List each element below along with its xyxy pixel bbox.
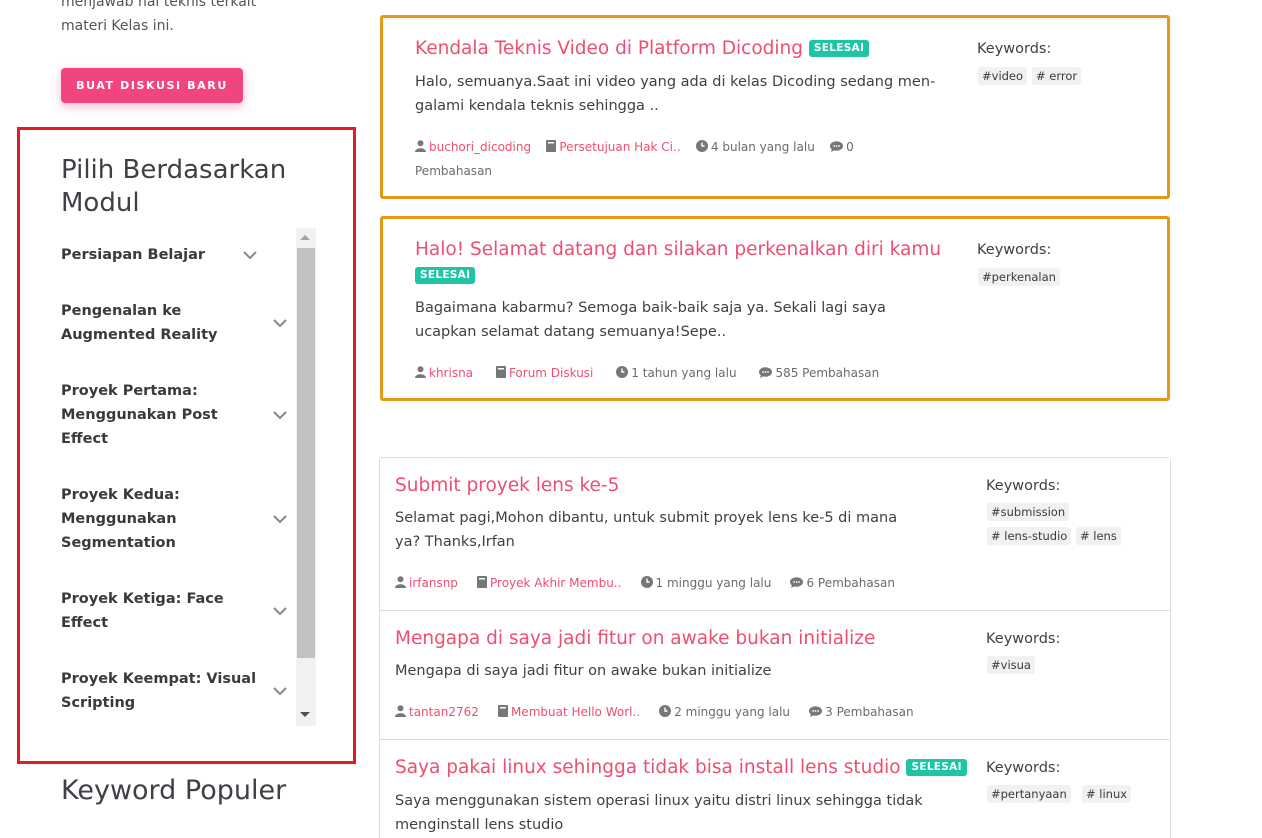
clock-icon xyxy=(659,705,672,717)
reply-count: 585 Pembahasan xyxy=(775,366,880,380)
status-badge: SELESAI xyxy=(415,267,476,284)
chevron-down-icon[interactable] xyxy=(273,607,287,616)
user-icon xyxy=(395,576,406,588)
author-link[interactable]: buchori_dicoding xyxy=(429,140,531,154)
status-badge: SELESAI xyxy=(808,40,870,57)
comment-icon xyxy=(809,706,823,717)
module-item-persiapan-belajar[interactable]: Persiapan Belajar xyxy=(61,243,205,267)
keywords-label: Keywords: xyxy=(986,478,1061,494)
thread-card: Mengapa di saya jadi fitur on awake buka… xyxy=(380,611,1170,739)
keyword-tag[interactable]: # lens xyxy=(1076,527,1121,545)
chevron-down-icon[interactable] xyxy=(273,687,287,696)
thread-title[interactable]: Kendala Teknis Video di Platform Dicodin… xyxy=(415,36,955,62)
keyword-tag[interactable]: #pertanyaan xyxy=(987,785,1071,803)
book-icon xyxy=(477,576,488,588)
user-icon xyxy=(395,705,406,717)
module-link[interactable]: Forum Diskusi xyxy=(509,366,593,380)
chevron-down-icon[interactable] xyxy=(273,515,287,524)
module-link[interactable]: Persetujuan Hak Ci.. xyxy=(559,140,680,154)
keywords-label: Keywords: xyxy=(986,631,1061,647)
reply-count: 0 xyxy=(846,140,854,154)
user-icon xyxy=(415,366,426,378)
sidebar-intro-text: menjawab hal teknis terkait materi Kelas… xyxy=(61,0,257,34)
module-list: Persiapan Belajar Pengenalan ke Augmente… xyxy=(61,228,316,726)
chevron-down-icon[interactable] xyxy=(243,251,257,260)
module-link[interactable]: Membuat Hello Worl.. xyxy=(511,705,640,719)
thread-time: 1 minggu yang lalu xyxy=(655,576,772,590)
scrollbar-thumb[interactable] xyxy=(297,248,315,658)
status-badge: SELESAI xyxy=(906,759,967,776)
reply-count: 6 Pembahasan xyxy=(806,576,895,590)
thread-excerpt: Halo, semuanya.Saat ini video yang ada d… xyxy=(415,74,936,114)
keyword-tag[interactable]: # error xyxy=(1032,67,1082,85)
thread-title[interactable]: Saya pakai linux sehingga tidak bisa ins… xyxy=(395,755,975,781)
module-item-proyek-ketiga[interactable]: Proyek Ketiga: Face Effect xyxy=(61,587,224,635)
thread-excerpt: Saya menggunakan sistem operasi linux ya… xyxy=(395,793,923,833)
author-link[interactable]: khrisna xyxy=(429,366,473,380)
clock-icon xyxy=(640,576,653,588)
module-item-proyek-pertama[interactable]: Proyek Pertama: Menggunakan Post Effect xyxy=(61,379,218,451)
keyword-tag[interactable]: #perkenalan xyxy=(978,268,1060,286)
thread-time: 1 tahun yang lalu xyxy=(631,366,737,380)
thread-meta: irfansnp Proyek Akhir Membu.. 1 minggu y… xyxy=(395,571,935,595)
thread-title[interactable]: Mengapa di saya jadi fitur on awake buka… xyxy=(395,626,955,652)
thread-excerpt: Mengapa di saya jadi fitur on awake buka… xyxy=(395,663,772,679)
scroll-up-arrow-icon[interactable] xyxy=(300,235,310,240)
keywords-label: Keywords: xyxy=(977,242,1052,258)
chevron-down-icon[interactable] xyxy=(273,319,287,328)
keywords-label: Keywords: xyxy=(977,41,1052,57)
thread-meta: khrisna Forum Diskusi 1 tahun yang lalu … xyxy=(415,361,935,385)
thread-time: 4 bulan yang lalu xyxy=(710,140,815,154)
thread-excerpt: Selamat pagi,Mohon dibantu, untuk submit… xyxy=(395,510,898,550)
module-item-proyek-keempat[interactable]: Proyek Keempat: Visual Scripting xyxy=(61,667,256,715)
thread-title[interactable]: Halo! Selamat datang dan silakan perkena… xyxy=(415,237,960,289)
thread-excerpt: Bagaimana kabarmu? Semoga baik-baik saja… xyxy=(415,300,886,340)
thread-card: Halo! Selamat datang dan silakan perkena… xyxy=(380,216,1170,401)
keyword-tag[interactable]: #submission xyxy=(987,503,1070,521)
thread-card: Kendala Teknis Video di Platform Dicodin… xyxy=(380,15,1170,199)
clock-icon xyxy=(695,140,708,152)
book-icon xyxy=(495,366,506,378)
keywords-label: Keywords: xyxy=(986,760,1061,776)
keyword-tag[interactable]: #visua xyxy=(987,656,1035,674)
module-link[interactable]: Proyek Akhir Membu.. xyxy=(490,576,621,590)
book-icon xyxy=(546,140,557,152)
thread-title[interactable]: Submit proyek lens ke-5 xyxy=(395,473,955,499)
thread-card: Saya pakai linux sehingga tidak bisa ins… xyxy=(380,740,1170,838)
comment-icon xyxy=(759,367,773,378)
author-link[interactable]: tantan2762 xyxy=(409,705,479,719)
module-filter-title: Pilih Berdasarkan Modul xyxy=(61,155,287,218)
module-item-proyek-kedua[interactable]: Proyek Kedua: Menggunakan Segmentation xyxy=(61,483,180,555)
clock-icon xyxy=(616,366,629,378)
scroll-down-arrow-icon[interactable] xyxy=(300,712,310,717)
thread-time: 2 minggu yang lalu xyxy=(674,705,791,719)
comment-icon xyxy=(790,577,804,588)
reply-count: 3 Pembahasan xyxy=(825,705,914,719)
user-icon xyxy=(415,140,426,152)
author-link[interactable]: irfansnp xyxy=(409,576,458,590)
thread-meta: buchori_dicoding Persetujuan Hak Ci.. 4 … xyxy=(415,135,895,183)
new-discussion-button[interactable]: BUAT DISKUSI BARU xyxy=(61,68,243,103)
module-item-pengenalan-ar[interactable]: Pengenalan ke Augmented Reality xyxy=(61,299,218,347)
popular-keyword-title: Keyword Populer xyxy=(61,775,287,806)
thread-meta: tantan2762 Membuat Hello Worl.. 2 minggu… xyxy=(395,700,955,724)
comment-icon xyxy=(830,141,844,152)
thread-card: Submit proyek lens ke-5 Selamat pagi,Moh… xyxy=(380,458,1170,610)
reply-count-label: Pembahasan xyxy=(415,164,493,178)
keyword-tag[interactable]: # linux xyxy=(1082,785,1132,803)
chevron-down-icon[interactable] xyxy=(273,411,287,420)
keyword-tag[interactable]: #video xyxy=(978,67,1028,85)
keyword-tag[interactable]: # lens-studio xyxy=(987,527,1072,545)
book-icon xyxy=(497,705,508,717)
